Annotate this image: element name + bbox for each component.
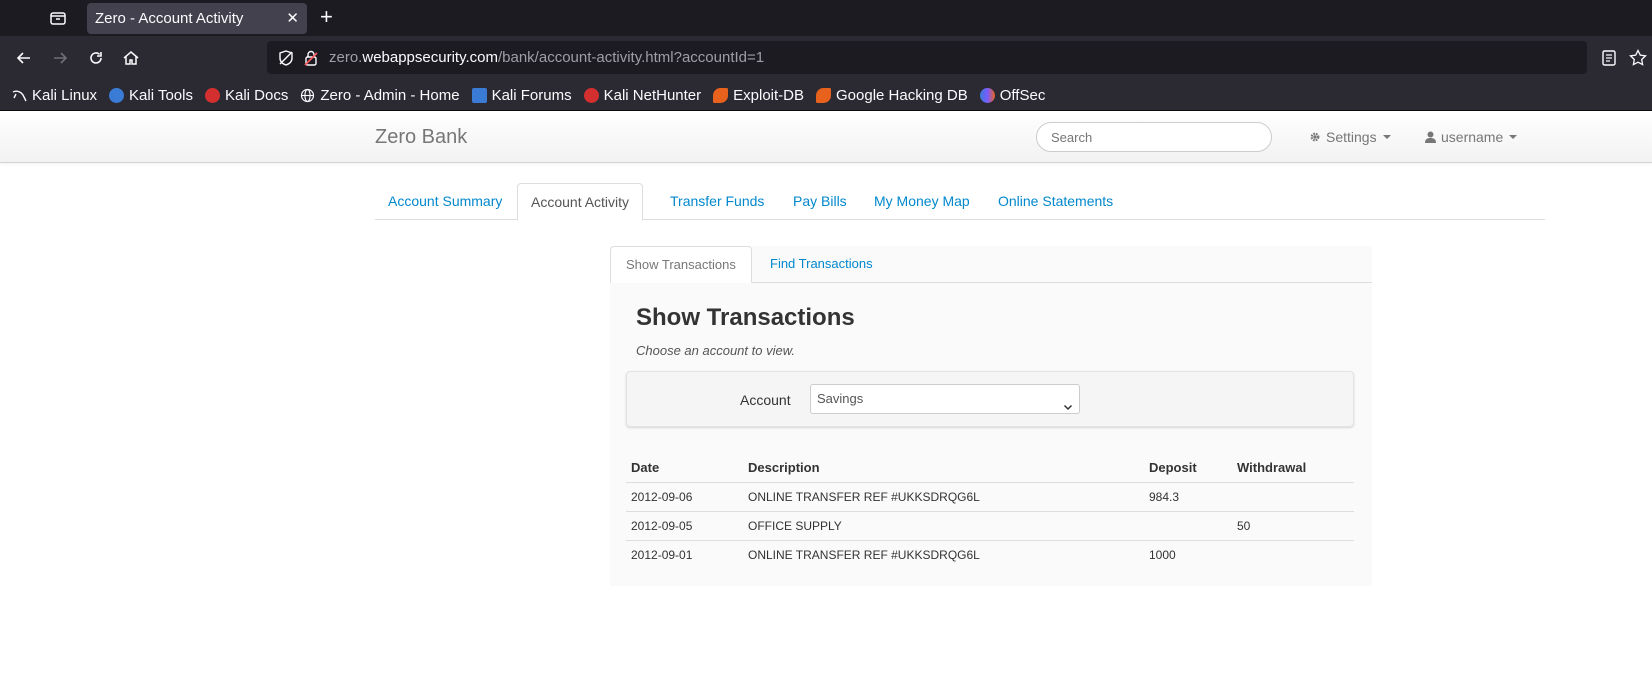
bookmark-item[interactable]: Exploit-DB [713,87,804,104]
gear-icon [1310,132,1320,142]
chevron-down-icon [1509,135,1518,139]
account-label: Account [740,392,791,408]
user-label: username [1441,129,1504,145]
kali-docs-icon [204,87,220,103]
browser-tab[interactable]: Zero - Account Activity ✕ [87,3,307,34]
bookmark-item[interactable]: OffSec [979,87,1045,104]
tab-show-transactions[interactable]: Show Transactions [610,246,752,283]
bookmark-item[interactable]: Kali Docs [204,87,288,104]
bookmark-item[interactable]: Kali Forums [471,87,572,104]
user-menu[interactable]: username [1425,111,1518,163]
reload-icon[interactable] [86,48,106,68]
new-tab-icon[interactable]: + [320,5,333,29]
column-header: Deposit [1144,454,1232,483]
table-row: 2012-09-06 ONLINE TRANSFER REF #UKKSDRQG… [626,482,1354,512]
bookmark-item[interactable]: Google Hacking DB [816,87,968,104]
date-cell: 2012-09-01 [631,547,693,562]
table-row: 2012-09-05 OFFICE SUPPLY 50 [626,511,1354,541]
settings-label: Settings [1326,129,1377,145]
date-cell: 2012-09-05 [626,511,743,541]
main-nav-tabs: Account Summary Account Activity Transfe… [375,183,1545,221]
kali-tools-icon [109,87,125,103]
tab-pay-bills[interactable]: Pay Bills [780,183,860,220]
tracking-protection-icon[interactable] [277,49,295,67]
chevron-down-icon [1063,394,1073,411]
kali-forums-icon [471,87,487,103]
settings-menu[interactable]: Settings [1309,111,1391,163]
offsec-icon [979,87,995,103]
deposit-cell: 1000 [1149,547,1176,562]
description-cell: ONLINE TRANSFER REF #UKKSDRQG6L [748,547,980,562]
home-icon[interactable] [121,48,141,68]
site-header: Zero Bank Settings username [0,111,1652,163]
table-row: 2012-09-01 ONLINE TRANSFER REF #UKKSDRQG… [626,540,1354,569]
withdrawal-cell: 50 [1232,511,1354,541]
kali-linux-icon [12,88,27,103]
reader-view-icon[interactable] [1599,48,1619,68]
description-cell: ONLINE TRANSFER REF #UKKSDRQG6L [743,482,1144,512]
column-header: Date [626,454,743,483]
back-icon[interactable] [14,48,34,68]
url-path: /bank/account-activity.html?accountId=1 [497,49,765,66]
browser-toolbar: zero.webappsecurity.com/bank/account-act… [0,36,1652,80]
brand-logo[interactable]: Zero Bank [375,111,467,163]
section-subtitle: Choose an account to view. [636,343,795,358]
date-cell: 2012-09-06 [626,482,743,512]
account-select[interactable]: Savings [810,384,1080,414]
bookmark-item[interactable]: Zero - Admin - Home [300,87,460,104]
column-header: Description [743,454,1144,483]
browser-tab-title: Zero - Account Activity [95,10,244,27]
browser-tab-bar: Zero - Account Activity ✕ + [0,0,1652,36]
chevron-down-icon [1382,135,1391,139]
bookmarks-toolbar: Kali Linux Kali Tools Kali Docs Zero - A… [0,80,1652,111]
url-text[interactable]: zero.webappsecurity.com/bank/account-act… [329,41,764,74]
section-title: Show Transactions [636,304,855,331]
tab-list-icon[interactable] [48,8,68,28]
url-host: webappsecurity.com [362,49,498,66]
url-bar[interactable]: zero.webappsecurity.com/bank/account-act… [267,41,1587,74]
tab-transfer-funds[interactable]: Transfer Funds [657,183,777,220]
deposit-cell [1144,511,1232,541]
search-input[interactable] [1036,122,1272,152]
table-header-row: Date Description Deposit Withdrawal [626,454,1354,483]
bookmark-star-icon[interactable] [1628,48,1648,68]
globe-icon [300,88,315,103]
tab-find-transactions[interactable]: Find Transactions [755,246,888,282]
withdrawal-cell [1232,482,1354,512]
insecure-lock-icon[interactable] [302,49,320,67]
bookmark-item[interactable]: Kali NetHunter [583,87,701,104]
tab-account-summary[interactable]: Account Summary [375,183,515,220]
deposit-cell: 984.3 [1144,482,1232,512]
tab-online-statements[interactable]: Online Statements [985,183,1126,220]
bookmark-item[interactable]: Kali Linux [12,87,97,104]
user-icon [1425,131,1436,143]
tab-account-activity[interactable]: Account Activity [517,183,644,221]
forward-icon[interactable] [50,48,70,68]
withdrawal-cell [1232,540,1354,569]
url-prefix: zero. [329,49,363,66]
description-cell: OFFICE SUPPLY [743,511,1144,541]
sub-nav-tabs: Show Transactions Find Transactions [610,246,1372,283]
tab-my-money-map[interactable]: My Money Map [861,183,983,220]
account-form: Account Savings [626,371,1354,427]
bookmark-item[interactable]: Kali Tools [109,87,193,104]
exploit-db-icon [713,87,729,103]
account-select-value: Savings [817,391,864,406]
transactions-table: Date Description Deposit Withdrawal 2012… [626,454,1354,569]
google-hacking-db-icon [816,87,831,103]
close-tab-icon[interactable]: ✕ [286,3,299,34]
column-header: Withdrawal [1232,454,1354,483]
kali-nethunter-icon [583,87,599,103]
